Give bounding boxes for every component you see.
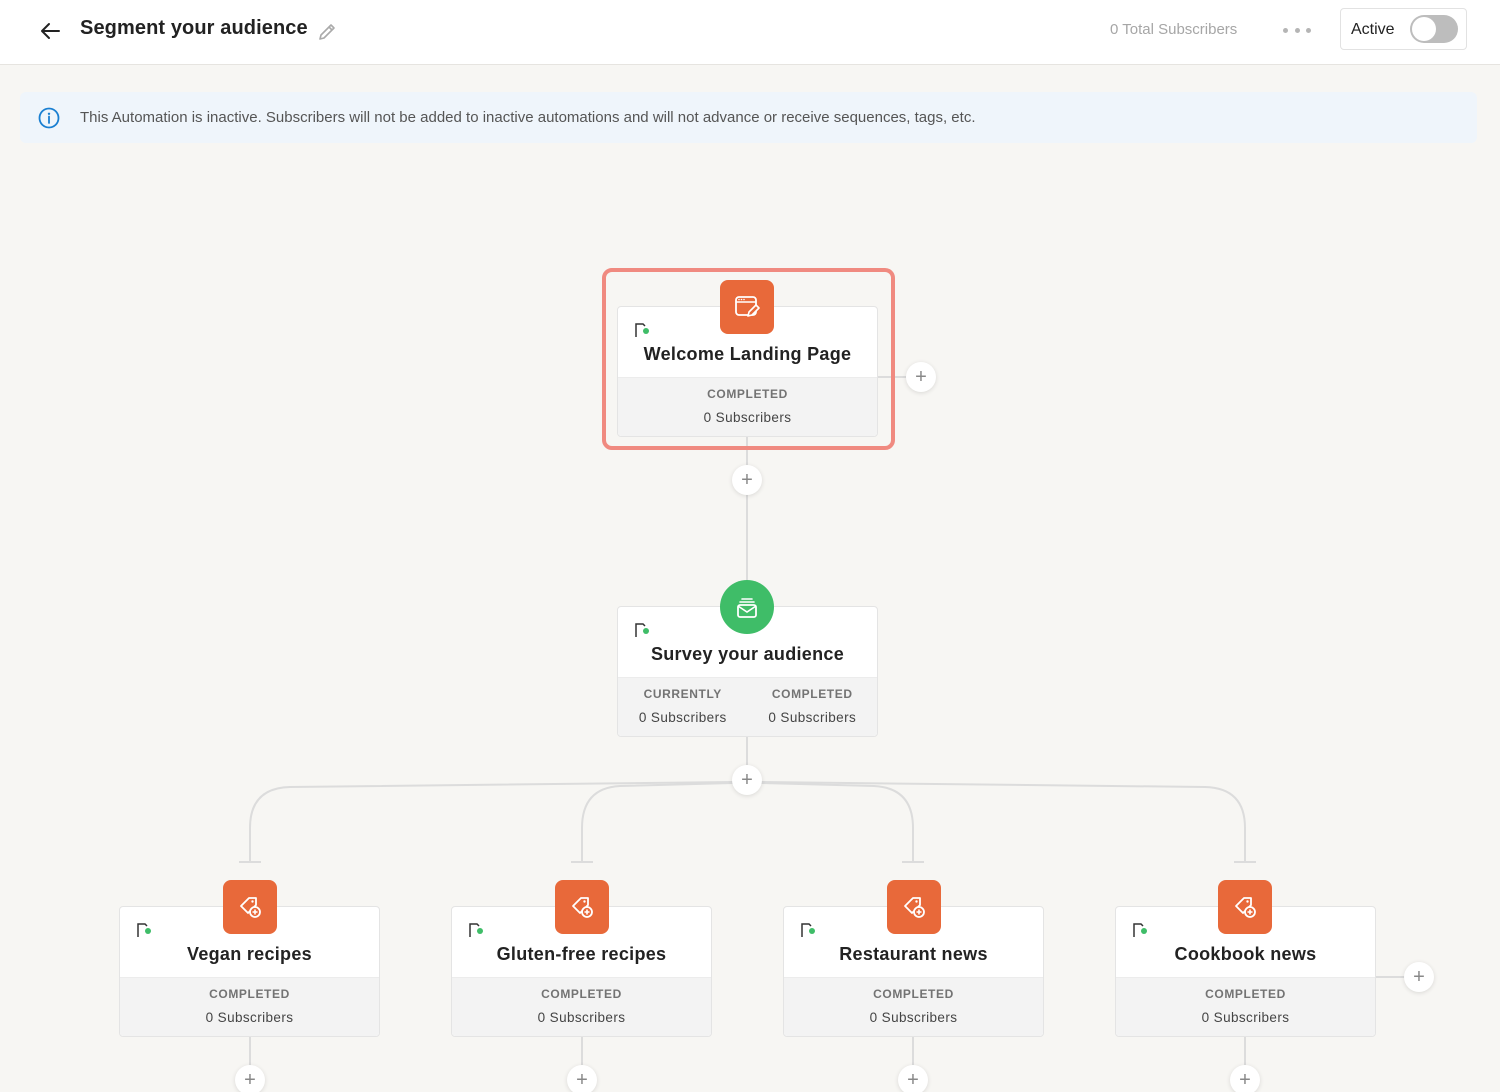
tag-add-icon bbox=[1218, 880, 1272, 934]
top-bar: Segment your audience 0 Total Subscriber… bbox=[0, 0, 1500, 65]
entry-point-icon bbox=[137, 923, 151, 937]
email-sequence-icon bbox=[720, 580, 774, 634]
edit-title-button[interactable] bbox=[315, 20, 339, 44]
arrow-left-icon bbox=[41, 23, 60, 39]
tag-add-icon bbox=[887, 880, 941, 934]
tag-add-icon bbox=[555, 880, 609, 934]
stat-label: COMPLETED bbox=[707, 387, 788, 401]
entry-point-icon bbox=[801, 923, 815, 937]
node-title: Cookbook news bbox=[1174, 944, 1317, 964]
stat-label: COMPLETED bbox=[209, 987, 290, 1001]
back-button[interactable] bbox=[36, 18, 64, 44]
more-options-button[interactable] bbox=[1280, 18, 1314, 42]
landing-page-icon bbox=[720, 280, 774, 334]
page-title: Segment your audience bbox=[80, 17, 308, 39]
node-title: Welcome Landing Page bbox=[643, 344, 852, 364]
dot-icon bbox=[1283, 27, 1288, 33]
stat-label: COMPLETED bbox=[1205, 987, 1286, 1001]
stat-value: 0 Subscribers bbox=[205, 1010, 294, 1025]
node-title: Vegan recipes bbox=[187, 944, 312, 964]
entry-point-icon bbox=[635, 623, 649, 637]
connector-branch-2 bbox=[581, 782, 734, 862]
toggle-knob bbox=[1412, 17, 1436, 41]
stat-label: COMPLETED bbox=[873, 987, 954, 1001]
add-step-button[interactable]: + bbox=[567, 1065, 597, 1092]
stat-value: 0 Subscribers bbox=[1201, 1010, 1290, 1025]
stat-label: COMPLETED bbox=[541, 987, 622, 1001]
add-step-button[interactable]: + bbox=[732, 765, 762, 795]
active-toggle-group: Active bbox=[1340, 8, 1467, 50]
stat-label: COMPLETED bbox=[771, 687, 853, 701]
stat-value: 0 Subscribers bbox=[638, 710, 727, 725]
node-title: Gluten-free recipes bbox=[496, 944, 667, 964]
total-subscribers: 0 Total Subscribers bbox=[1110, 21, 1238, 38]
stat-value: 0 Subscribers bbox=[869, 1010, 958, 1025]
inactive-banner: This Automation is inactive. Subscribers… bbox=[20, 92, 1477, 143]
stat-value: 0 Subscribers bbox=[768, 710, 857, 725]
pencil-icon bbox=[319, 24, 335, 40]
add-step-button[interactable]: + bbox=[906, 362, 936, 392]
dot-icon bbox=[1294, 27, 1300, 33]
entry-point-icon bbox=[1133, 923, 1147, 937]
stat-label: CURRENTLY bbox=[643, 687, 722, 701]
add-step-button[interactable]: + bbox=[1230, 1065, 1260, 1092]
add-step-button[interactable]: + bbox=[898, 1065, 928, 1092]
node-title: Restaurant news bbox=[839, 944, 988, 964]
add-step-button[interactable]: + bbox=[1404, 962, 1434, 992]
active-label: Active bbox=[1351, 21, 1395, 38]
tag-add-icon bbox=[223, 880, 277, 934]
node-title: Survey your audience bbox=[650, 644, 845, 664]
banner-text: This Automation is inactive. Subscribers… bbox=[80, 109, 976, 126]
connector-branch-3 bbox=[760, 782, 914, 862]
add-step-button[interactable]: + bbox=[732, 465, 762, 495]
dot-icon bbox=[1306, 27, 1311, 33]
connector-branch-4 bbox=[760, 781, 1246, 862]
add-step-button[interactable]: + bbox=[235, 1065, 265, 1092]
active-toggle[interactable] bbox=[1410, 15, 1458, 43]
stat-value: 0 Subscribers bbox=[537, 1010, 626, 1025]
info-icon bbox=[38, 107, 60, 129]
stat-value: 0 Subscribers bbox=[703, 410, 792, 425]
connector-branch-1 bbox=[249, 781, 734, 862]
entry-point-icon bbox=[469, 923, 483, 937]
entry-point-icon bbox=[635, 323, 649, 337]
